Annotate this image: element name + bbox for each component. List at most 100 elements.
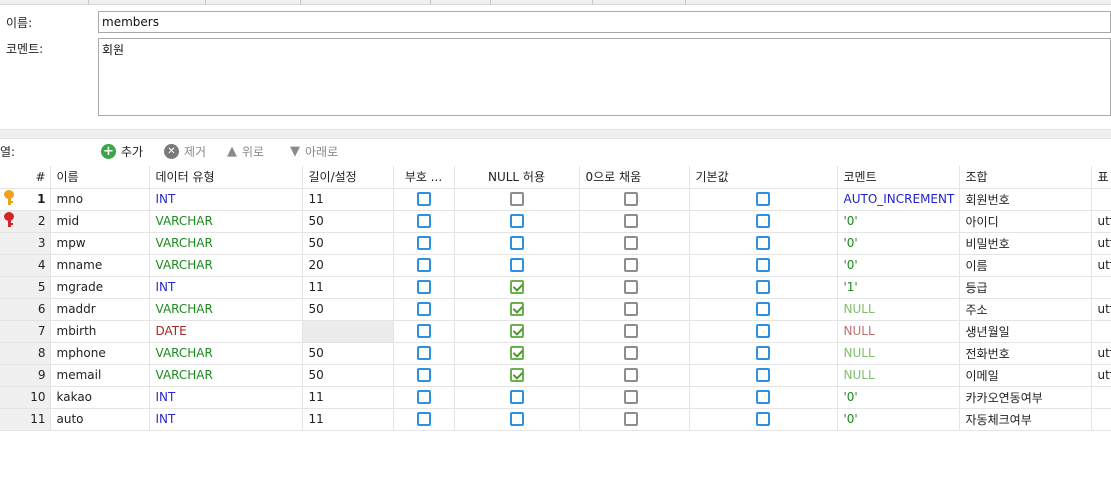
length-cell[interactable]: 50 [302,232,394,255]
checkbox[interactable] [756,346,770,361]
data-type-cell[interactable]: VARCHAR [149,232,303,255]
column-name-cell[interactable]: memail [50,364,150,387]
checkbox[interactable] [509,192,524,207]
column-name-cell[interactable]: mpw [50,232,150,255]
checkbox[interactable] [756,236,770,251]
table-row[interactable]: 3mpwVARCHAR50 '0'비밀번호utf8mb4_general_ci [0,232,1111,255]
length-cell[interactable]: 11 [302,408,394,431]
default-cell[interactable]: '0' [837,232,960,255]
column-header[interactable]: 데이터 유형 [149,166,303,189]
data-type-cell[interactable]: VARCHAR [149,210,303,233]
data-type-cell[interactable]: INT [149,386,303,409]
column-name-cell[interactable]: mname [50,254,150,277]
checkbox[interactable] [509,214,524,229]
checkbox[interactable] [624,258,638,273]
checkbox[interactable] [756,302,770,317]
checkbox[interactable] [509,236,524,251]
checkbox[interactable] [756,390,770,405]
table-row[interactable]: 11 auto INT 11'0' 자동체크여부 [0,408,1111,431]
length-cell[interactable]: 50 [302,298,394,321]
checkbox[interactable] [509,258,524,273]
collation-cell[interactable]: utf8mb4_general_ci [1091,364,1111,387]
column-name-cell[interactable]: maddr [50,298,150,321]
comment-cell[interactable]: 등급 [959,276,1092,299]
data-type-cell[interactable]: VARCHAR [149,342,303,365]
length-cell[interactable]: 11 [302,386,394,409]
add-column-button[interactable]: + 추가 [101,141,143,161]
section-splitter[interactable] [0,129,1111,139]
default-cell[interactable]: NULL [837,320,960,343]
checkbox[interactable] [624,236,638,251]
checkbox[interactable] [416,302,431,317]
comment-cell[interactable]: 카카오연동여부 [959,386,1092,409]
length-cell[interactable]: 50 [302,342,394,365]
default-cell[interactable]: '0' [837,408,960,431]
column-header[interactable]: NULL 허용 [454,166,580,189]
checkbox[interactable] [416,236,431,251]
checkbox[interactable] [509,302,524,317]
checkbox[interactable] [624,324,638,339]
checkbox[interactable] [756,192,770,207]
collation-cell[interactable]: utf8mb4_general_ci [1091,254,1111,277]
table-row[interactable]: 5 mgrade INT 11 '1' 등급 [0,276,1111,299]
checkbox[interactable] [624,302,638,317]
table-row[interactable]: 8mphoneVARCHAR50 NULL전화번호utf8mb4_general_… [0,342,1111,365]
default-cell[interactable]: NULL [837,298,960,321]
checkbox[interactable] [416,368,431,383]
move-down-button[interactable]: ▼ 아래로 [290,141,338,161]
collation-cell[interactable]: utf8mb4_general_ci [1091,210,1111,233]
checkbox[interactable] [624,368,638,383]
comment-cell[interactable]: 전화번호 [959,342,1092,365]
column-name-cell[interactable]: mphone [50,342,150,365]
checkbox[interactable] [509,346,524,361]
table-row[interactable]: 6maddrVARCHAR50 NULL주소utf8mb4_general_ci [0,298,1111,321]
table-row[interactable]: 1 mno INT 11 AUTO_INCREMENT 회원번호 [0,188,1111,211]
checkbox[interactable] [416,192,431,207]
default-cell[interactable]: '0' [837,254,960,277]
comment-cell[interactable]: 비밀번호 [959,232,1092,255]
table-row[interactable]: 7 mbirth DATE NULL 생년월일 [0,320,1111,343]
checkbox[interactable] [416,214,431,229]
data-type-cell[interactable]: VARCHAR [149,298,303,321]
default-cell[interactable]: NULL [837,364,960,387]
checkbox[interactable] [416,390,431,405]
default-cell[interactable]: NULL [837,342,960,365]
column-name-cell[interactable]: auto [50,408,150,431]
default-cell[interactable]: '0' [837,210,960,233]
default-cell[interactable]: '0' [837,386,960,409]
table-row[interactable]: 4mnameVARCHAR20 '0'이름utf8mb4_general_ci [0,254,1111,277]
data-type-cell[interactable]: VARCHAR [149,364,303,387]
checkbox[interactable] [416,412,431,427]
length-cell[interactable]: 11 [302,276,394,299]
collation-cell[interactable]: utf8mb4_general_ci [1091,232,1111,255]
remove-column-button[interactable]: ✕ 제거 [164,141,206,161]
table-row[interactable]: 2midVARCHAR50 '0'아이디utf8mb4_general_ci [0,210,1111,233]
default-cell[interactable]: AUTO_INCREMENT [837,188,960,211]
checkbox[interactable] [509,324,524,339]
data-type-cell[interactable]: INT [149,188,303,211]
comment-cell[interactable]: 자동체크여부 [959,408,1092,431]
column-header[interactable]: 이름 [50,166,150,189]
data-type-cell[interactable]: VARCHAR [149,254,303,277]
data-type-cell[interactable]: INT [149,276,303,299]
checkbox[interactable] [509,280,524,295]
checkbox[interactable] [624,280,638,295]
checkbox[interactable] [509,390,524,405]
column-name-cell[interactable]: mid [50,210,150,233]
checkbox[interactable] [624,390,638,405]
comment-cell[interactable]: 회원번호 [959,188,1092,211]
checkbox[interactable] [624,214,638,229]
collation-cell[interactable] [1091,408,1111,431]
checkbox[interactable] [756,280,770,295]
checkbox[interactable] [756,214,770,229]
column-header[interactable]: 부호 ... [393,166,455,189]
comment-cell[interactable]: 이름 [959,254,1092,277]
length-cell[interactable]: 50 [302,364,394,387]
column-header[interactable]: 표 [1091,166,1111,189]
length-cell[interactable]: 20 [302,254,394,277]
checkbox[interactable] [509,412,524,427]
collation-cell[interactable] [1091,320,1111,343]
checkbox[interactable] [756,412,770,427]
comment-cell[interactable]: 생년월일 [959,320,1092,343]
comment-cell[interactable]: 이메일 [959,364,1092,387]
